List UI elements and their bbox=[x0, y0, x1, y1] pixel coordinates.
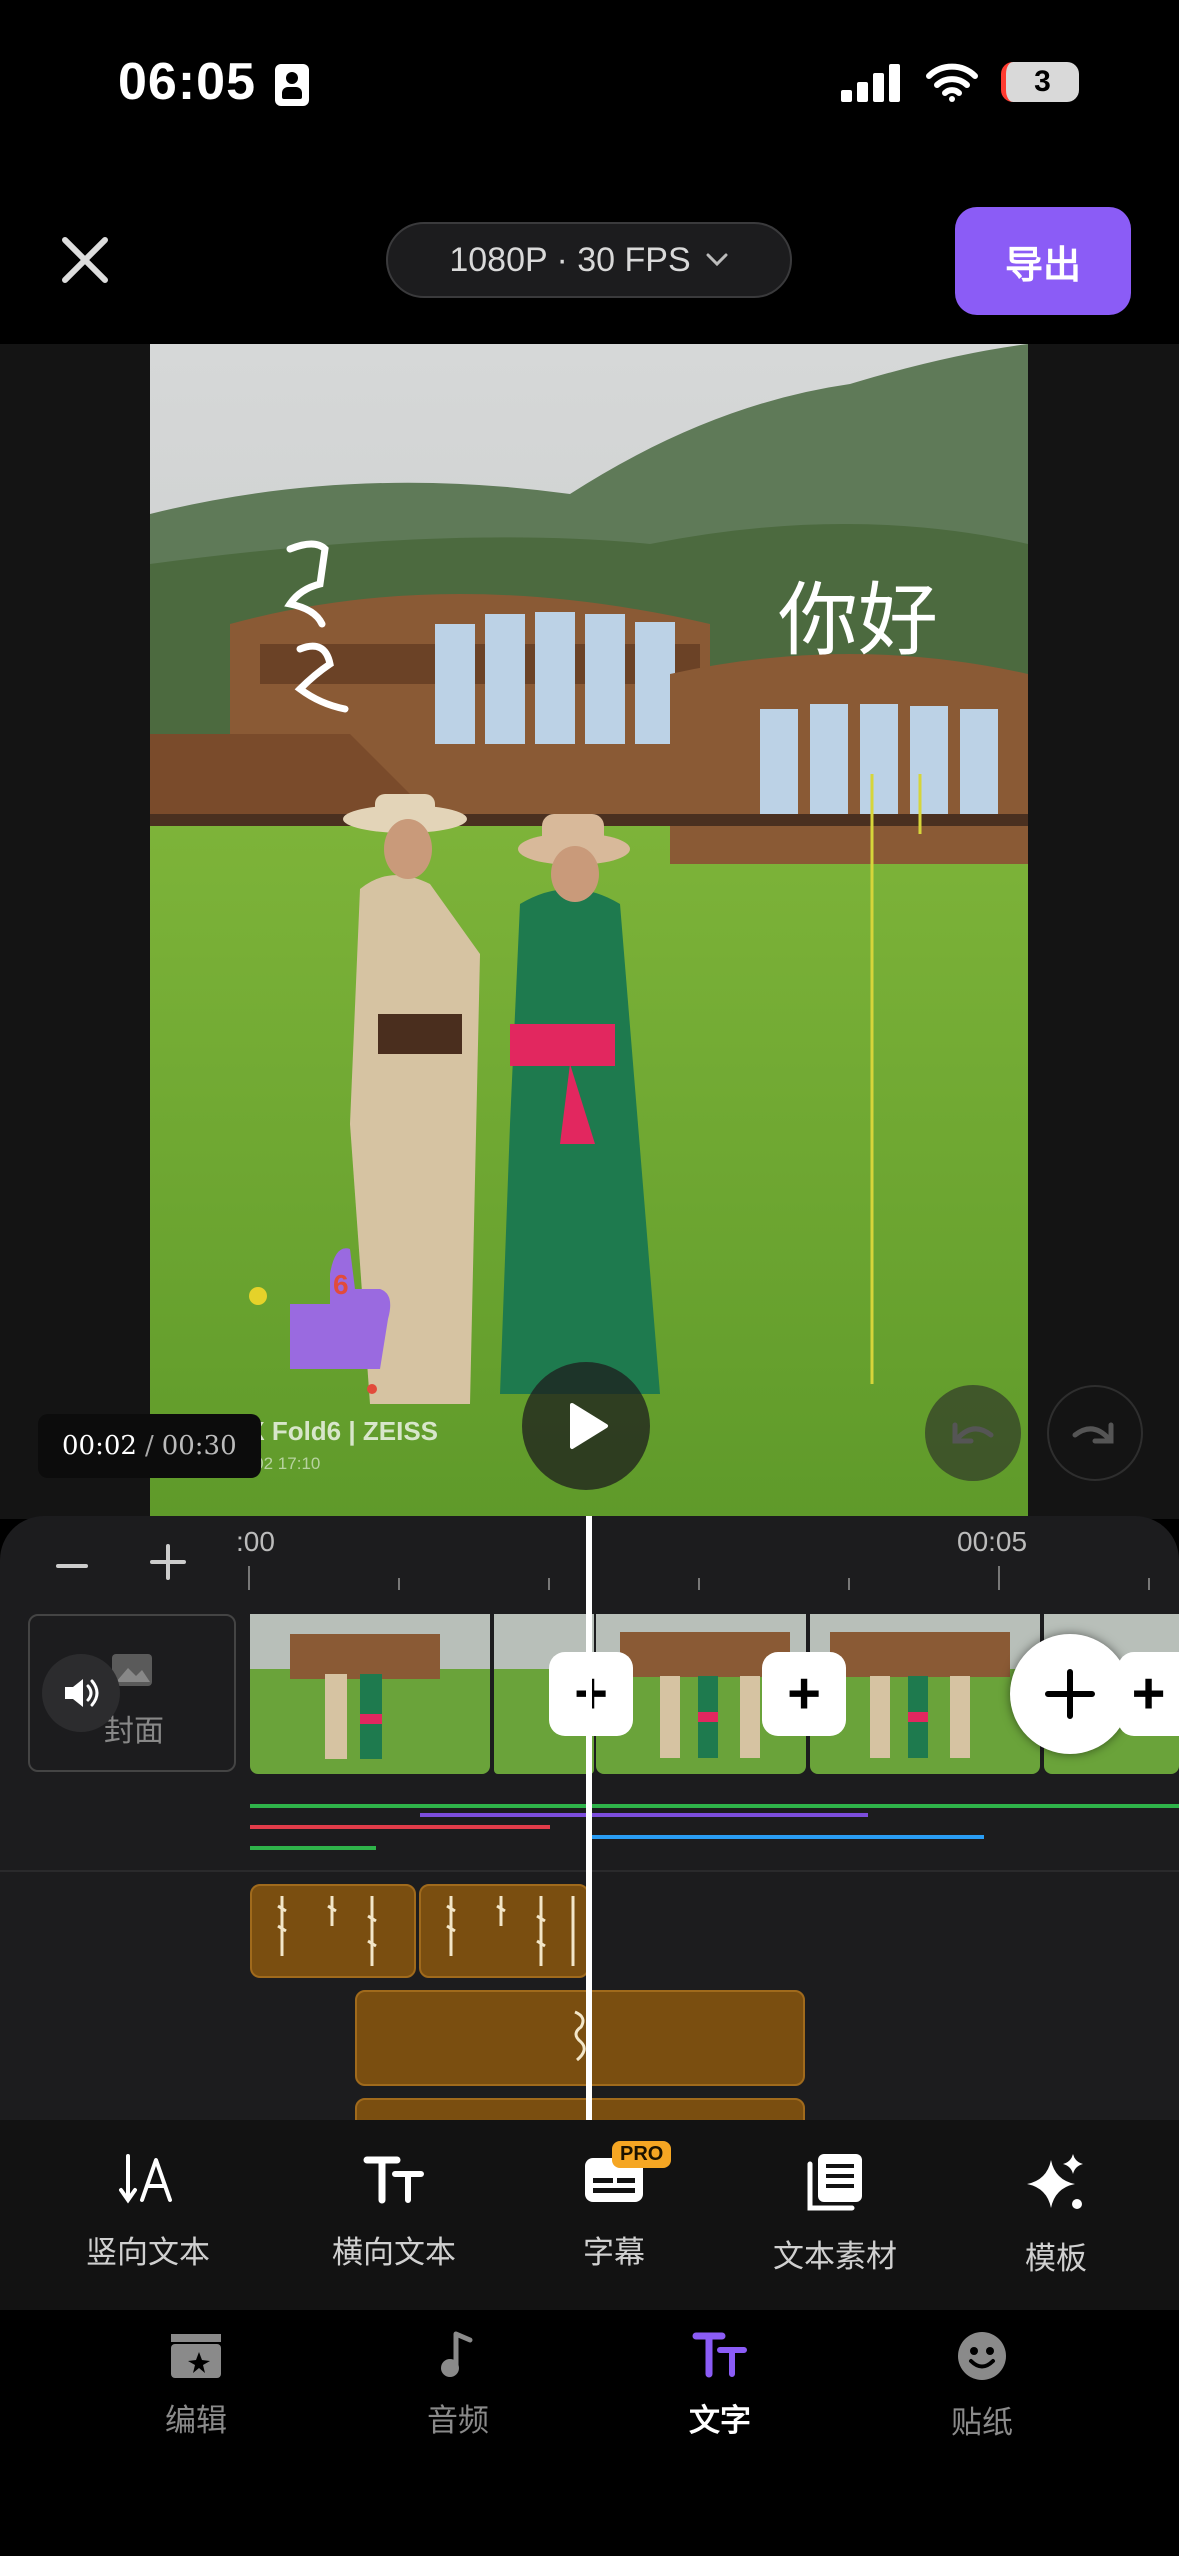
ruler-tick bbox=[548, 1578, 550, 1590]
tab-sticker[interactable]: 贴纸 bbox=[892, 2330, 1072, 2442]
video-clip bbox=[250, 1614, 594, 1774]
audio-track-line[interactable] bbox=[250, 1804, 1179, 1808]
tab-text[interactable]: 文字 bbox=[630, 2330, 810, 2440]
audio-track-line[interactable] bbox=[250, 1846, 376, 1850]
play-button[interactable] bbox=[522, 1362, 650, 1490]
wifi-icon bbox=[926, 63, 978, 102]
status-time: 06:05 bbox=[118, 53, 256, 111]
status-indicators: 3 bbox=[841, 62, 1079, 102]
tab-edit[interactable]: 编辑 bbox=[106, 2330, 286, 2440]
ruler-tick bbox=[1148, 1578, 1150, 1590]
export-button[interactable]: 导出 bbox=[955, 207, 1131, 315]
undo-icon bbox=[952, 1422, 994, 1444]
zoom-out-button[interactable] bbox=[52, 1546, 92, 1591]
ruler-tick bbox=[398, 1578, 400, 1590]
mute-button[interactable] bbox=[42, 1654, 120, 1732]
text-clip[interactable] bbox=[419, 1884, 589, 1978]
ruler-tick bbox=[848, 1578, 850, 1590]
ruler-tick bbox=[998, 1566, 1000, 1590]
add-transition-button[interactable]: + bbox=[762, 1652, 846, 1736]
tool-label: 横向文本 bbox=[332, 2235, 456, 2270]
add-transition-button[interactable]: + bbox=[1118, 1652, 1179, 1736]
preview-image: 6 bbox=[150, 344, 1028, 1516]
edit-clapper-icon bbox=[171, 2334, 221, 2378]
tool-label: 竖向文本 bbox=[86, 2235, 210, 2270]
mongolian-text-glyphs bbox=[574, 2010, 586, 2062]
svg-text:6: 6 bbox=[333, 1269, 349, 1300]
total-time: 00:30 bbox=[161, 1431, 237, 1461]
tool-vertical-text[interactable]: 竖向文本 bbox=[48, 2152, 248, 2272]
ruler-tick bbox=[698, 1578, 700, 1590]
battery-indicator: 3 bbox=[1001, 62, 1079, 102]
contact-card-icon bbox=[275, 64, 309, 106]
time-readout: 00:02/00:30 bbox=[38, 1414, 261, 1478]
tool-label: 模板 bbox=[1025, 2241, 1087, 2276]
chevron-down-icon bbox=[706, 253, 728, 267]
ruler-tick bbox=[248, 1566, 250, 1590]
tool-text-material[interactable]: 文本素材 bbox=[735, 2152, 935, 2276]
tool-template[interactable]: 模板 bbox=[956, 2152, 1156, 2278]
template-sparkle-icon bbox=[1027, 2154, 1083, 2209]
mongolian-text-glyphs bbox=[277, 1896, 377, 1966]
resolution-selector[interactable]: 1080P · 30 FPS bbox=[386, 222, 792, 298]
mongolian-text-glyphs bbox=[446, 1896, 575, 1966]
tab-audio[interactable]: 音频 bbox=[368, 2330, 548, 2440]
tool-subtitle[interactable]: 字幕 bbox=[514, 2152, 714, 2272]
ruler-label-start: :00 bbox=[236, 1526, 275, 1557]
zoom-in-button[interactable] bbox=[148, 1542, 188, 1587]
speaker-icon bbox=[65, 1679, 99, 1707]
tab-label: 文字 bbox=[689, 2403, 751, 2438]
playhead[interactable] bbox=[586, 1516, 592, 2121]
close-button[interactable] bbox=[55, 230, 115, 290]
undo-button[interactable] bbox=[925, 1385, 1021, 1481]
effect-track-line[interactable] bbox=[420, 1813, 868, 1817]
tab-label: 贴纸 bbox=[951, 2405, 1013, 2440]
tool-horizontal-text[interactable]: 横向文本 bbox=[294, 2152, 494, 2272]
minus-icon bbox=[56, 1564, 88, 1568]
text-clip[interactable] bbox=[250, 1884, 416, 1978]
tool-label: 文本素材 bbox=[773, 2239, 897, 2274]
ruler-label-5s: 00:05 bbox=[957, 1526, 1028, 1557]
tool-label: 字幕 bbox=[583, 2235, 645, 2270]
resolution-label: 1080P · 30 FPS bbox=[449, 240, 691, 279]
text-material-icon bbox=[807, 2154, 862, 2211]
pro-badge: PRO bbox=[612, 2141, 672, 2168]
close-icon bbox=[62, 237, 108, 283]
music-note-icon bbox=[441, 2331, 473, 2377]
tab-label: 编辑 bbox=[165, 2403, 227, 2438]
redo-button[interactable] bbox=[1047, 1385, 1143, 1481]
vertical-text-icon bbox=[119, 2154, 172, 2204]
plus-icon bbox=[150, 1544, 186, 1580]
sticker-smile-icon bbox=[958, 2332, 1006, 2380]
tab-label: 音频 bbox=[427, 2403, 489, 2438]
add-clip-button[interactable] bbox=[1010, 1634, 1130, 1754]
overlay-text-nihao[interactable]: 你好 bbox=[778, 556, 938, 672]
signal-icon bbox=[841, 64, 900, 102]
play-icon bbox=[570, 1403, 608, 1449]
sticker-track-line[interactable] bbox=[250, 1825, 550, 1829]
redo-icon bbox=[1072, 1422, 1114, 1444]
video-preview[interactable]: 6 你好 vivo X Fold6 | ZEISS 2026.08.02 17:… bbox=[150, 344, 1028, 1516]
filter-track-line[interactable] bbox=[592, 1835, 984, 1839]
text-tt-icon bbox=[692, 2332, 747, 2378]
plus-icon bbox=[1045, 1669, 1095, 1719]
current-time: 00:02 bbox=[62, 1431, 137, 1461]
text-clip[interactable] bbox=[355, 1990, 805, 2086]
horizontal-text-icon bbox=[363, 2156, 424, 2204]
